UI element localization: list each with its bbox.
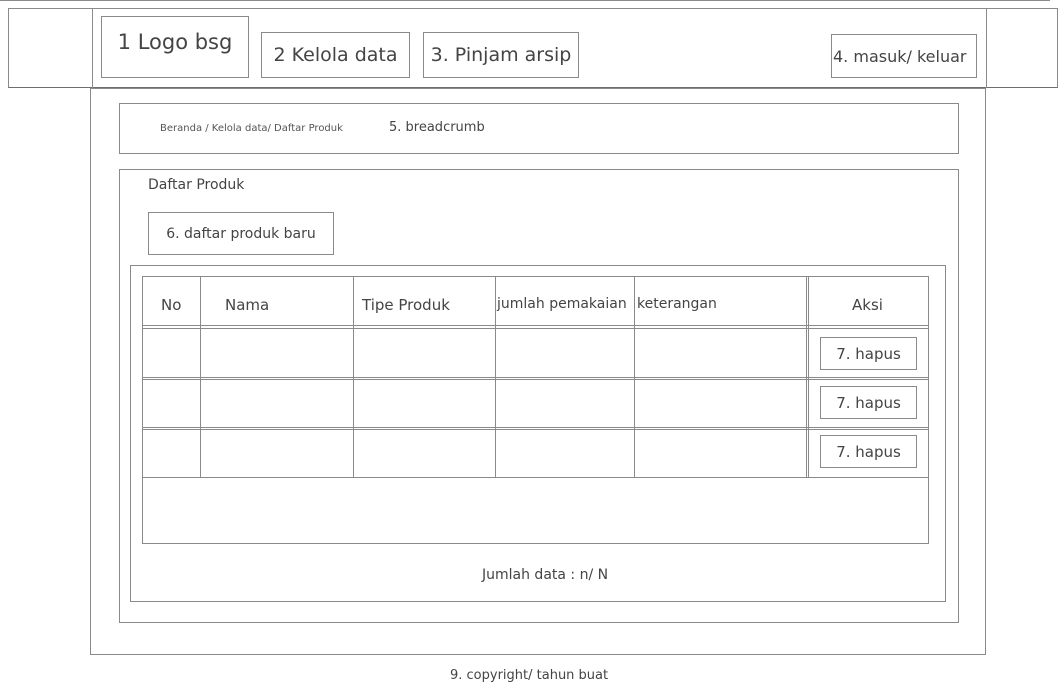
column-header-tipe-produk: Tipe Produk [362,296,450,314]
column-header-keterangan: keterangan [637,296,717,312]
column-header-nama: Nama [225,296,270,314]
table-col-rule [353,276,354,477]
delete-button-label: 7. hapus [836,442,901,461]
header-divider-left [92,8,93,88]
table-col-rule [806,276,807,477]
delete-button[interactable]: 7. hapus [820,386,917,419]
breadcrumb-path[interactable]: Beranda / Kelola data/ Daftar Produk [160,123,343,134]
column-header-no: No [161,296,182,314]
table-col-rule [634,276,635,477]
table-col-rule [200,276,201,477]
breadcrumb-note: 5. breadcrumb [389,120,485,135]
auth-label: 4. masuk/ keluar [833,46,967,66]
product-table [142,276,929,544]
table-col-rule [808,276,809,477]
delete-button[interactable]: 7. hapus [820,337,917,370]
footer-copyright: 9. copyright/ tahun buat [450,668,609,683]
nav-pinjam-arsip-label: 3. Pinjam arsip [430,44,572,66]
data-count: Jumlah data : n/ N [482,567,609,583]
logo[interactable]: 1 Logo bsg [101,16,249,78]
add-product-button[interactable]: 6. daftar produk baru [148,212,334,255]
logo-label: 1 Logo bsg [117,30,233,54]
footer-divider [0,0,1050,1]
table-col-rule [495,276,496,477]
auth-button[interactable]: 4. masuk/ keluar [831,34,977,78]
table-row-rule [142,379,929,380]
table-header-rule-2 [142,328,929,329]
nav-kelola-data-button[interactable]: 2 Kelola data [261,32,410,78]
column-header-jumlah-pemakaian: jumlah pemakaian [497,296,627,312]
delete-button-label: 7. hapus [836,344,901,363]
delete-button-label: 7. hapus [836,393,901,412]
table-row-rule [142,429,929,430]
add-product-label: 6. daftar produk baru [166,225,316,242]
delete-button[interactable]: 7. hapus [820,435,917,468]
table-header-rule [142,325,929,326]
column-header-aksi: Aksi [852,296,883,314]
nav-pinjam-arsip-button[interactable]: 3. Pinjam arsip [423,32,579,78]
header-divider-right [986,8,987,88]
page-title: Daftar Produk [148,177,245,193]
table-row-rule [142,377,929,378]
nav-kelola-data-label: 2 Kelola data [273,44,398,66]
table-row-rule [142,427,929,428]
table-row-rule [142,477,929,478]
